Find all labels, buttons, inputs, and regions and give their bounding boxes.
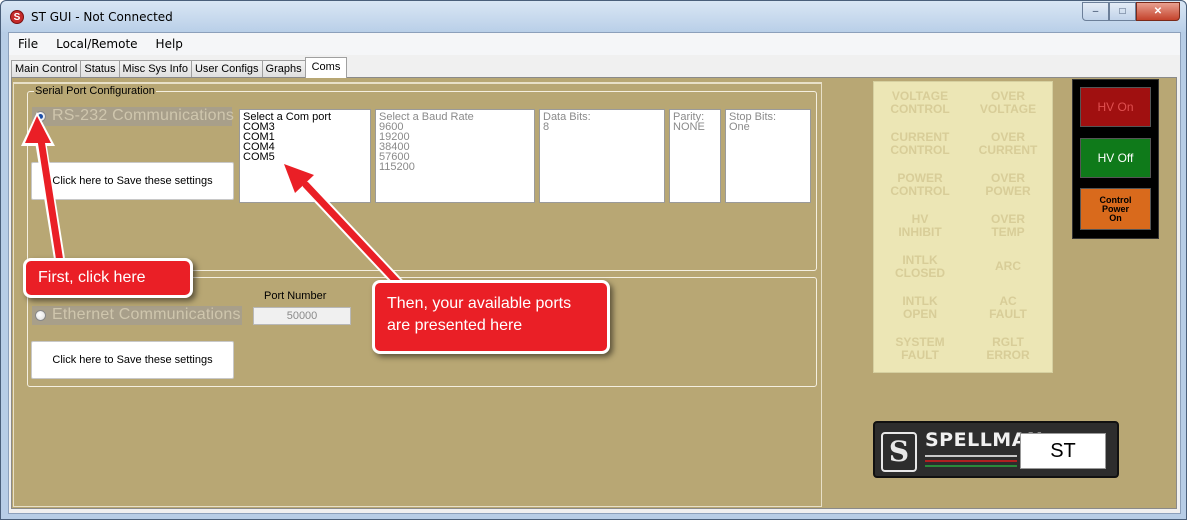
menu-bar: File Local/Remote Help [9, 33, 1180, 55]
indicator-current-control: CURRENT CONTROL [876, 131, 964, 157]
menu-local-remote[interactable]: Local/Remote [47, 37, 146, 51]
data-bits-option[interactable]: 8 [543, 122, 661, 133]
indicator-label: AC FAULT [989, 294, 1027, 321]
indicator-system-fault: SYSTEM FAULT [876, 336, 964, 362]
indicator-power-control: POWER CONTROL [876, 172, 964, 198]
indicator-label: INTLK CLOSED [894, 253, 945, 280]
serial-group-label: Serial Port Configuration [34, 85, 156, 97]
indicator-voltage-control: VOLTAGE CONTROL [876, 90, 964, 116]
ethernet-save-button[interactable]: Click here to Save these settings [31, 341, 234, 379]
spellman-s-mark: S [881, 432, 917, 472]
indicator-label: OVER CURRENT [978, 130, 1038, 157]
baud-rate-list[interactable]: Select a Baud Rate 9600 19200 38400 5760… [375, 109, 535, 203]
tab-misc-sys-info[interactable]: Misc Sys Info [118, 60, 192, 78]
indicator-label: OVER POWER [985, 171, 1031, 198]
rs232-radio[interactable] [35, 111, 46, 122]
hv-control-panel: HV On HV Off Control Power On [1072, 79, 1159, 239]
indicator-ac-fault: AC FAULT [964, 295, 1052, 321]
indicator-label: CURRENT CONTROL [890, 130, 950, 157]
com-port-list[interactable]: Select a Com port COM3 COM1 COM4 COM5 [239, 109, 371, 203]
indicator-label: INTLK OPEN [902, 294, 938, 321]
logo-stripe [925, 455, 1017, 457]
port-number-input[interactable]: 50000 [253, 307, 351, 325]
com-port-option[interactable]: COM5 [243, 152, 367, 163]
hv-on-button[interactable]: HV On [1080, 87, 1151, 127]
serial-port-group: Serial Port Configuration RS-232 Communi… [27, 85, 817, 271]
indicator-label: RGLT ERROR [986, 335, 1030, 362]
stop-bits-option[interactable]: One [729, 122, 807, 133]
indicator-label: SYSTEM FAULT [895, 335, 945, 362]
baud-rate-option[interactable]: 115200 [379, 162, 531, 173]
callout-first-click: First, click here [23, 258, 193, 298]
stop-bits-list[interactable]: Stop Bits: One [725, 109, 811, 203]
tab-coms[interactable]: Coms [304, 57, 348, 78]
indicator-label: HV INHIBIT [898, 212, 942, 239]
indicator-label: ARC [995, 259, 1021, 273]
indicator-intlk-closed: INTLK CLOSED [876, 254, 964, 280]
tab-strip: Main Control Status Misc Sys Info User C… [11, 56, 348, 78]
menu-file[interactable]: File [9, 37, 47, 51]
serial-save-button[interactable]: Click here to Save these settings [31, 162, 234, 200]
data-bits-list[interactable]: Data Bits: 8 [539, 109, 665, 203]
indicator-hv-inhibit: HV INHIBIT [876, 213, 964, 239]
indicator-label: OVER VOLTAGE [979, 89, 1037, 116]
maximize-button[interactable]: □ [1109, 2, 1136, 21]
control-power-button[interactable]: Control Power On [1080, 188, 1151, 230]
ethernet-radio-label[interactable]: Ethernet Communications [52, 306, 241, 324]
indicator-arc: ARC [964, 260, 1052, 273]
port-number-label: Port Number [264, 290, 327, 302]
title-bar: S ST GUI - Not Connected – □ ✕ [1, 1, 1186, 32]
status-indicator-grid: VOLTAGE CONTROL OVER VOLTAGE CURRENT CON… [873, 81, 1053, 373]
indicator-over-temp: OVER TEMP [964, 213, 1052, 239]
logo-stripe [925, 460, 1017, 462]
indicator-intlk-open: INTLK OPEN [876, 295, 964, 321]
tab-user-configs[interactable]: User Configs [190, 60, 263, 78]
parity-option[interactable]: NONE [673, 122, 717, 133]
indicator-over-current: OVER CURRENT [964, 131, 1052, 157]
close-button[interactable]: ✕ [1136, 2, 1180, 21]
spellman-app-icon: S [10, 10, 24, 24]
callout-available-ports: Then, your available ports are presented… [372, 280, 610, 354]
tab-graphs[interactable]: Graphs [261, 60, 306, 78]
model-label: ST [1020, 433, 1106, 469]
parity-list[interactable]: Parity: NONE [669, 109, 721, 203]
indicator-label: VOLTAGE CONTROL [890, 89, 950, 116]
ethernet-radio[interactable] [35, 310, 46, 321]
indicator-over-power: OVER POWER [964, 172, 1052, 198]
minimize-button[interactable]: – [1082, 2, 1109, 21]
rs232-radio-label[interactable]: RS-232 Communications [52, 107, 234, 125]
window-controls: – □ ✕ [1082, 2, 1180, 21]
indicator-label: OVER TEMP [990, 212, 1025, 239]
tab-main-control[interactable]: Main Control [11, 60, 82, 78]
indicator-label: POWER CONTROL [890, 171, 950, 198]
indicator-rglt-error: RGLT ERROR [964, 336, 1052, 362]
indicator-over-voltage: OVER VOLTAGE [964, 90, 1052, 116]
hv-off-button[interactable]: HV Off [1080, 138, 1151, 178]
logo-stripe [925, 465, 1017, 467]
tab-status[interactable]: Status [80, 60, 120, 78]
menu-help[interactable]: Help [147, 37, 192, 51]
spellman-logo: S SPELLMAN ST [873, 421, 1119, 478]
data-bits-header: Data Bits: [543, 111, 591, 123]
window-title: ST GUI - Not Connected [31, 10, 173, 24]
